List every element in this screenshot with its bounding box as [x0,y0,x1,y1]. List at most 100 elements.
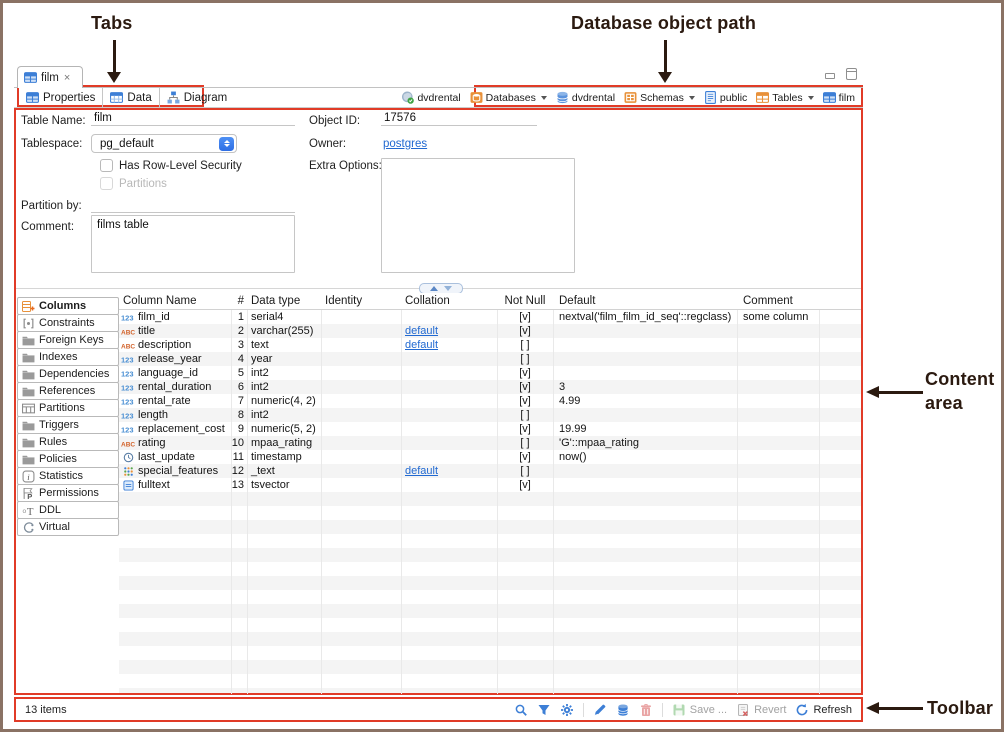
column-header-not-null[interactable]: Not Null [497,293,553,309]
sidebar-item-triggers[interactable]: Triggers [17,416,119,434]
select-stepper-icon[interactable] [219,137,234,151]
table-row-length[interactable]: 123length8int2[ ] [119,408,861,422]
pencil-icon[interactable] [593,703,607,717]
breadcrumb-item-public[interactable]: public [704,91,747,104]
folder-icon [22,334,35,347]
identity-cell [321,352,401,366]
sidebar-item-label: DDL [39,504,61,516]
ordinal-cell: 7 [231,394,247,408]
annotation-content-area-line2: area [925,393,963,414]
dropdown-caret-icon[interactable] [808,96,814,100]
maximize-icon[interactable] [846,68,857,80]
tab-data[interactable]: Data [103,88,159,107]
sidebar-item-label: Statistics [39,470,83,482]
sidebar-item-references[interactable]: References [17,382,119,400]
sidebar-item-statistics[interactable]: iStatistics [17,467,119,485]
collation-cell[interactable]: default [401,324,497,338]
default-cell: now() [553,450,737,464]
svg-text:ABC: ABC [121,329,135,336]
column-header-default[interactable]: Default [553,293,737,309]
table-row-language-id[interactable]: 123language_id5int2[v] [119,366,861,380]
rls-checkbox[interactable] [100,159,113,172]
svg-text:123: 123 [121,383,134,392]
sidebar-item-indexes[interactable]: Indexes [17,348,119,366]
tab-properties[interactable]: Properties [19,88,103,107]
tablespace-select[interactable]: pg_default [91,134,237,153]
breadcrumb-item-databases[interactable]: Databases [470,91,547,104]
table-row-rating[interactable]: ABCrating10mpaa_rating[ ]'G'::mpaa_ratin… [119,436,861,450]
not-null-cell: [ ] [497,436,553,450]
gear-icon[interactable] [560,703,574,717]
trash-icon[interactable] [639,703,653,717]
column-header-empty [819,293,861,309]
filter-icon[interactable] [537,703,551,717]
column-header--[interactable]: # [231,293,247,309]
breadcrumb-item-schemas[interactable]: Schemas [624,91,695,104]
sidebar-item-policies[interactable]: Policies [17,450,119,468]
column-header-identity[interactable]: Identity [321,293,401,309]
owner-link[interactable]: postgres [383,138,427,150]
table-row-release-year[interactable]: 123release_year4year[ ] [119,352,861,366]
breadcrumb-item-dvdrental[interactable]: dvdrental [556,91,615,104]
revert-button[interactable]: Revert [736,703,786,717]
table-row-rental-rate[interactable]: 123rental_rate7numeric(4, 2)[v]4.99 [119,394,861,408]
schema-icon [704,91,717,104]
folder-icon [22,385,35,398]
tab-diagram[interactable]: Diagram [160,88,234,107]
sidebar-item-partitions[interactable]: Partitions [17,399,119,417]
breadcrumb-item-tables[interactable]: Tables [756,91,813,104]
table-row-fulltext[interactable]: fulltext13tsvector[v] [119,478,861,492]
sidebar-item-permissions[interactable]: PPermissions [17,484,119,502]
sidebar-item-columns[interactable]: Columns [17,297,119,315]
collation-cell[interactable]: default [401,338,497,352]
collapse-up-icon[interactable] [430,286,438,291]
extra-options-field[interactable] [381,158,575,273]
table-name-field[interactable]: film [91,111,295,126]
database-stack-icon[interactable] [616,703,630,717]
close-tab-icon[interactable]: × [64,72,70,84]
properties-icon [26,91,39,104]
table-row-last-update[interactable]: last_update11timestamp[v]now() [119,450,861,464]
table-row-film-id[interactable]: 123film_id1serial4[v]nextval('film_film_… [119,310,861,324]
comment-cell: some column [737,310,819,324]
save-button[interactable]: Save ... [672,703,727,717]
comment-cell [737,366,819,380]
column-header-collation[interactable]: Collation [401,293,497,309]
table-row-special-features[interactable]: special_features12_textdefault[ ] [119,464,861,478]
sidebar-item-rules[interactable]: Rules [17,433,119,451]
default-cell: 19.99 [553,422,737,436]
partition-by-field[interactable] [91,196,295,213]
dropdown-caret-icon[interactable] [689,96,695,100]
grid-body[interactable]: 123film_id1serial4[v]nextval('film_film_… [119,310,861,694]
sidebar-item-virtual[interactable]: Virtual [17,518,119,536]
collapse-down-icon[interactable] [444,286,452,291]
sidebar-item-foreign-keys[interactable]: Foreign Keys [17,331,119,349]
table-row-description[interactable]: ABCdescription3textdefault[ ] [119,338,861,352]
editor-tab-film[interactable]: film × [17,66,83,88]
sidebar-item-ddl[interactable]: oTDDL [17,501,119,519]
comment-field[interactable]: films table [91,215,295,273]
breadcrumb-item-film[interactable]: film [823,91,855,104]
breadcrumb-item-dvdrental[interactable]: dvdrental [401,91,460,104]
column-header-data-type[interactable]: Data type [247,293,321,309]
status-toolbar: 13 items Save ...RevertRefresh [16,698,861,721]
minimize-icon[interactable] [825,73,835,79]
collation-cell [401,450,497,464]
table-row-title[interactable]: ABCtitle2varchar(255)default[v] [119,324,861,338]
comment-cell [737,422,819,436]
search-icon[interactable] [514,703,528,717]
dropdown-caret-icon[interactable] [541,96,547,100]
identity-cell [321,422,401,436]
sidebar-item-dependencies[interactable]: Dependencies [17,365,119,383]
table-row-replacement-cost[interactable]: 123replacement_cost9numeric(5, 2)[v]19.9… [119,422,861,436]
column-header-comment[interactable]: Comment [737,293,819,309]
table-row-rental-duration[interactable]: 123rental_duration6int2[v]3 [119,380,861,394]
column-header-column-name[interactable]: Column Name [119,293,231,309]
collation-cell [401,422,497,436]
column-name: description [138,338,191,352]
sidebar-item-constraints[interactable]: Constraints [17,314,119,332]
refresh-button[interactable]: Refresh [795,703,852,717]
sidebar-item-label: Permissions [39,487,99,499]
collation-cell[interactable]: default [401,464,497,478]
tables-folder-icon [756,91,769,104]
